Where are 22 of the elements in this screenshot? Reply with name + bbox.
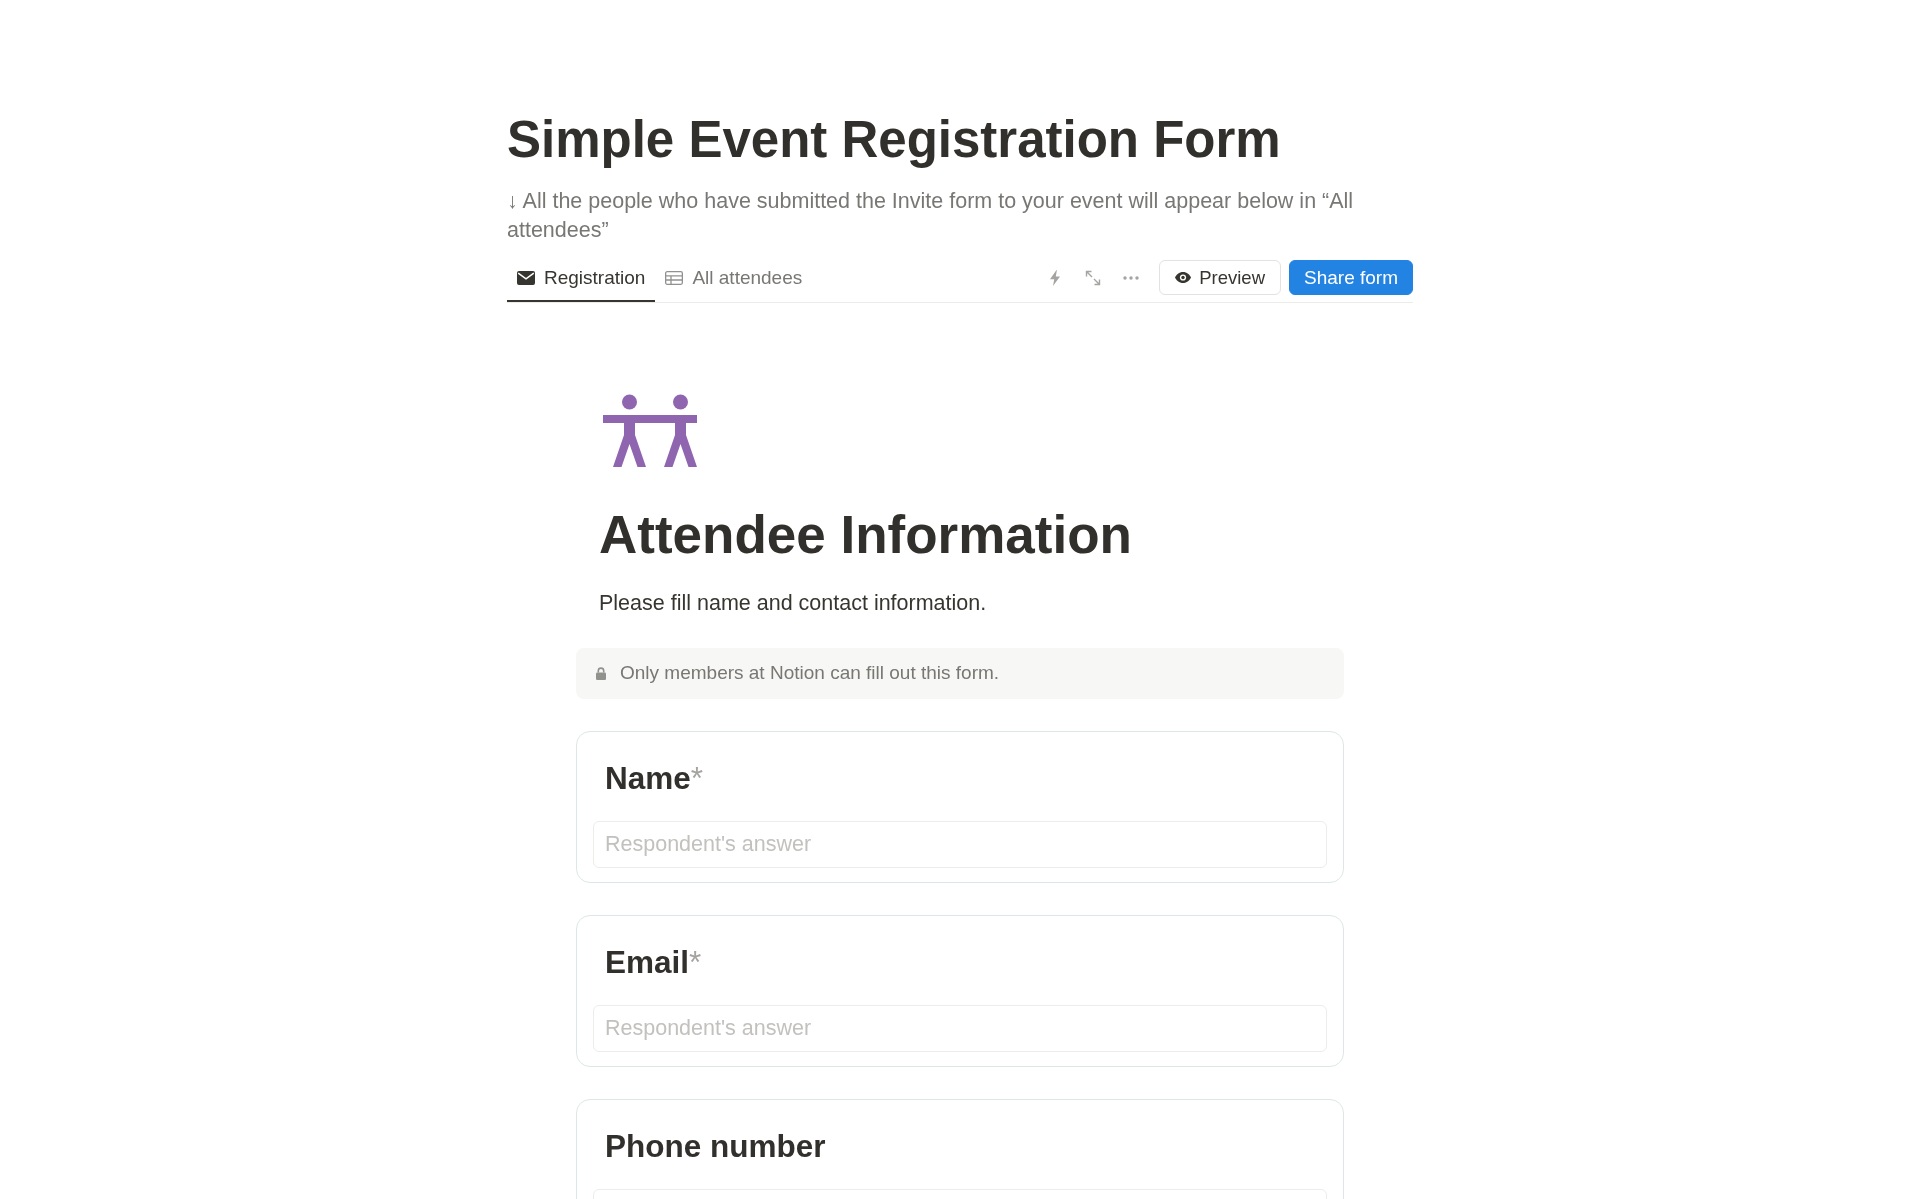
question-label: Name* — [605, 758, 705, 797]
more-icon[interactable] — [1123, 275, 1140, 280]
question-label: Email* — [605, 942, 703, 981]
notice-text: Only members at Notion can fill out this form. — [620, 662, 1000, 685]
view-tab[interactable]: Registration — [507, 260, 656, 303]
eye-icon — [1175, 272, 1192, 284]
lock-icon — [596, 666, 606, 680]
form-description: Please fill name and contact information. — [599, 589, 988, 617]
lightning-icon[interactable] — [1050, 269, 1061, 286]
page-description: ↓ All the people who have submitted the Invite form to your event will appear below in “All attendees” — [507, 188, 1355, 245]
question-label: Phone number — [605, 1126, 827, 1165]
view-tab[interactable]: All attendees — [655, 260, 813, 303]
answer-field[interactable]: Respondent's answer — [593, 1004, 1327, 1052]
table-icon — [665, 271, 684, 286]
share-form-button[interactable]: Share form — [1289, 260, 1413, 296]
envelope-icon — [517, 271, 535, 286]
page-title: Simple Event Registration Form — [507, 110, 1282, 170]
people-icon — [602, 394, 698, 469]
expand-icon[interactable] — [1085, 269, 1102, 286]
form-title: Attendee Information — [599, 504, 1133, 567]
answer-field[interactable]: Respondent's answer — [593, 820, 1327, 868]
preview-button[interactable]: Preview — [1159, 260, 1281, 296]
